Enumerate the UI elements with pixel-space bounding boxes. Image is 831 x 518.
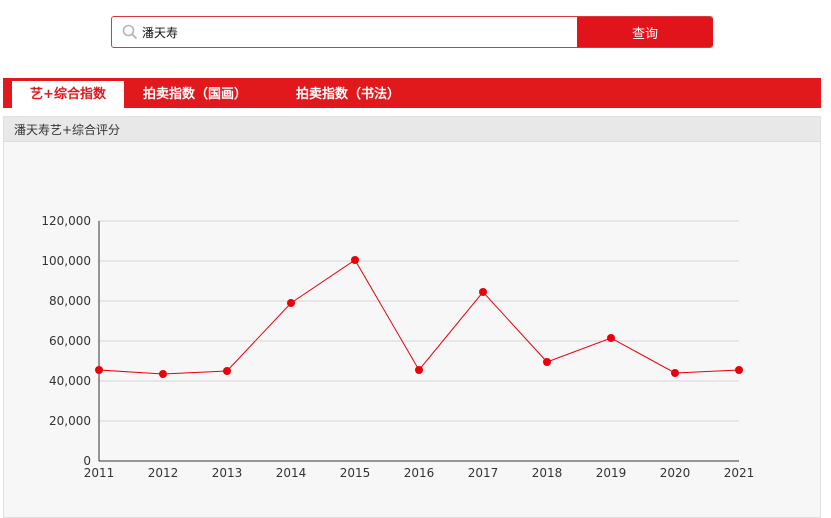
y-tick-label: 60,000 <box>49 334 91 348</box>
x-tick-label: 2016 <box>404 466 435 480</box>
x-tick-label: 2015 <box>340 466 371 480</box>
data-point <box>479 288 487 296</box>
line-chart: 020,00040,00060,00080,000100,000120,0002… <box>41 214 755 480</box>
search-input[interactable] <box>142 22 572 42</box>
x-tick-label: 2011 <box>84 466 115 480</box>
x-tick-label: 2019 <box>596 466 627 480</box>
x-tick-label: 2014 <box>276 466 307 480</box>
data-point <box>351 256 359 264</box>
x-tick-label: 2020 <box>660 466 691 480</box>
data-point <box>287 299 295 307</box>
data-point <box>95 366 103 374</box>
data-point <box>415 366 423 374</box>
data-point <box>543 358 551 366</box>
y-tick-label: 100,000 <box>41 254 91 268</box>
y-tick-label: 120,000 <box>41 214 91 228</box>
search-button[interactable]: 查询 <box>577 17 713 47</box>
y-tick-label: 80,000 <box>49 294 91 308</box>
search-box: 查询 <box>111 16 713 48</box>
x-tick-label: 2018 <box>532 466 563 480</box>
data-point <box>607 334 615 342</box>
x-tick-label: 2017 <box>468 466 499 480</box>
chart-panel: 潘天寿艺+综合评分 0 20,000 40,000 60,000 80,000 100,0… <box>3 116 821 518</box>
data-point <box>223 367 231 375</box>
tab-composite-index[interactable]: 艺+综合指数 <box>12 81 124 108</box>
x-tick-label: 2021 <box>724 466 755 480</box>
data-point <box>671 369 679 377</box>
data-point <box>735 366 743 374</box>
x-tick-label: 2013 <box>212 466 243 480</box>
data-point <box>159 370 167 378</box>
x-tick-label: 2012 <box>148 466 179 480</box>
series-line <box>98 259 740 375</box>
tab-auction-index-calligraphy[interactable]: 拍卖指数（书法） <box>288 81 408 108</box>
y-tick-label: 20,000 <box>49 414 91 428</box>
tab-bar: 艺+综合指数 拍卖指数（国画） 拍卖指数（书法） <box>3 78 821 108</box>
y-tick-label: 40,000 <box>49 374 91 388</box>
tab-auction-index-painting[interactable]: 拍卖指数（国画） <box>135 81 255 108</box>
search-icon <box>122 24 138 40</box>
